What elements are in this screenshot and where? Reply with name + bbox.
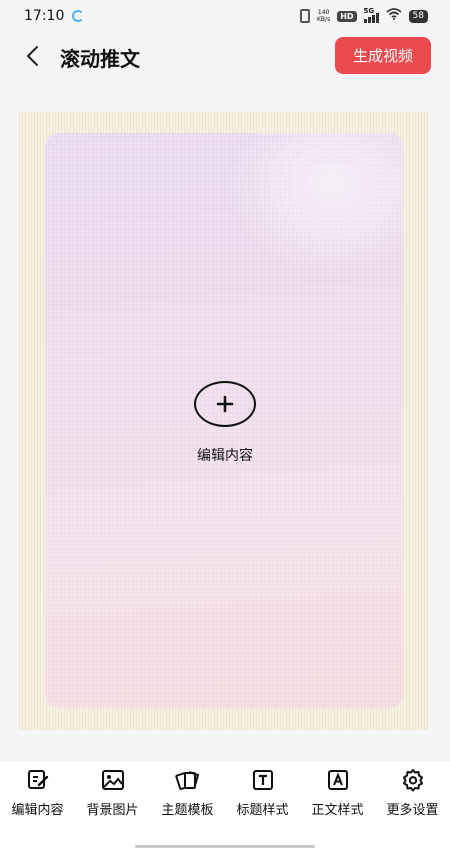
- header: 滚动推文 生成视频: [0, 32, 450, 80]
- title-style-icon: [250, 767, 276, 793]
- plus-icon: [216, 395, 234, 413]
- vibrate-icon: [300, 9, 310, 23]
- bottom-toolbar: 编辑内容 背景图片 主题模板 标题样式 正文样式 更多设置: [0, 760, 450, 850]
- chevron-left-icon: [27, 46, 38, 66]
- page-title: 滚动推文: [60, 47, 140, 71]
- text-style-icon: [325, 767, 351, 793]
- wifi-icon: [385, 8, 402, 24]
- template-cards-icon: [174, 767, 201, 793]
- gear-icon: [400, 767, 426, 793]
- tool-theme-template[interactable]: 主题模板: [150, 767, 225, 821]
- home-indicator[interactable]: [135, 845, 315, 848]
- tool-body-style[interactable]: 正文样式: [300, 767, 375, 821]
- edit-icon: [25, 767, 51, 793]
- generate-video-button[interactable]: 生成视频: [335, 37, 431, 74]
- network-speed: 140 KB/s: [317, 9, 331, 23]
- status-bar: 17:10 140 KB/s HD 5G 58: [0, 0, 450, 32]
- add-content-label[interactable]: 编辑内容: [160, 445, 290, 465]
- tool-title-style[interactable]: 标题样式: [225, 767, 300, 821]
- hd-badge: HD: [337, 10, 357, 22]
- add-content-button[interactable]: [194, 381, 256, 427]
- tool-more-settings[interactable]: 更多设置: [375, 767, 450, 821]
- loading-icon: [72, 10, 85, 22]
- signal-icon: 5G: [363, 7, 379, 23]
- status-time: 17:10: [24, 8, 65, 24]
- back-button[interactable]: [20, 44, 44, 68]
- tool-background-image[interactable]: 背景图片: [75, 767, 150, 821]
- tool-edit-content[interactable]: 编辑内容: [0, 767, 75, 821]
- battery-icon: 58: [408, 9, 428, 23]
- image-icon: [100, 767, 126, 793]
